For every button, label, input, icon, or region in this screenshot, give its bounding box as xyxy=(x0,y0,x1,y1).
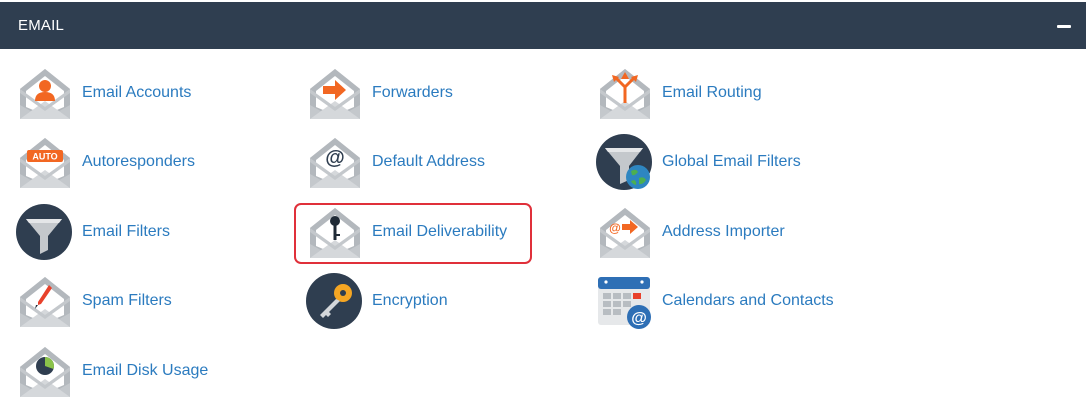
tool-label: Address Importer xyxy=(662,223,785,240)
envelope-routing-icon xyxy=(596,65,654,123)
collapse-button[interactable] xyxy=(1054,16,1074,36)
tool-label: Autoresponders xyxy=(82,153,195,170)
envelope-at-icon: @ xyxy=(306,134,364,192)
svg-text:@: @ xyxy=(631,310,647,327)
envelope-user-icon xyxy=(16,65,74,123)
highlight-box xyxy=(294,203,532,264)
svg-text:@: @ xyxy=(325,147,345,169)
tool-label: Default Address xyxy=(372,153,485,170)
tool-label: Email Filters xyxy=(82,223,171,240)
panel-title: EMAIL xyxy=(18,17,65,34)
tool-label: Email Disk Usage xyxy=(82,362,209,379)
tool-label: Forwarders xyxy=(372,84,453,101)
email-panel: EMAIL Email Accounts Forwarders Email Ro… xyxy=(0,0,1086,403)
funnel-icon xyxy=(16,204,74,262)
tool-label: Encryption xyxy=(372,292,448,309)
funnel-globe-icon xyxy=(596,134,654,192)
calendar-at-icon: @ xyxy=(596,273,654,331)
svg-text:AUTO: AUTO xyxy=(32,152,57,162)
svg-text:@: @ xyxy=(609,221,621,235)
envelope-pen-icon xyxy=(16,273,74,331)
minus-icon xyxy=(1057,25,1071,28)
tool-label: Global Email Filters xyxy=(662,153,801,170)
envelope-import-icon: @ xyxy=(596,204,654,262)
envelope-auto-icon: AUTO xyxy=(16,134,74,192)
envelope-piechart-icon xyxy=(16,343,74,401)
key-icon xyxy=(306,273,364,331)
tool-label: Email Routing xyxy=(662,84,762,101)
tool-label: Spam Filters xyxy=(82,292,172,309)
panel-header: EMAIL xyxy=(0,2,1086,49)
tool-label: Calendars and Contacts xyxy=(662,292,834,309)
envelope-arrow-icon xyxy=(306,65,364,123)
tool-label: Email Accounts xyxy=(82,84,192,101)
